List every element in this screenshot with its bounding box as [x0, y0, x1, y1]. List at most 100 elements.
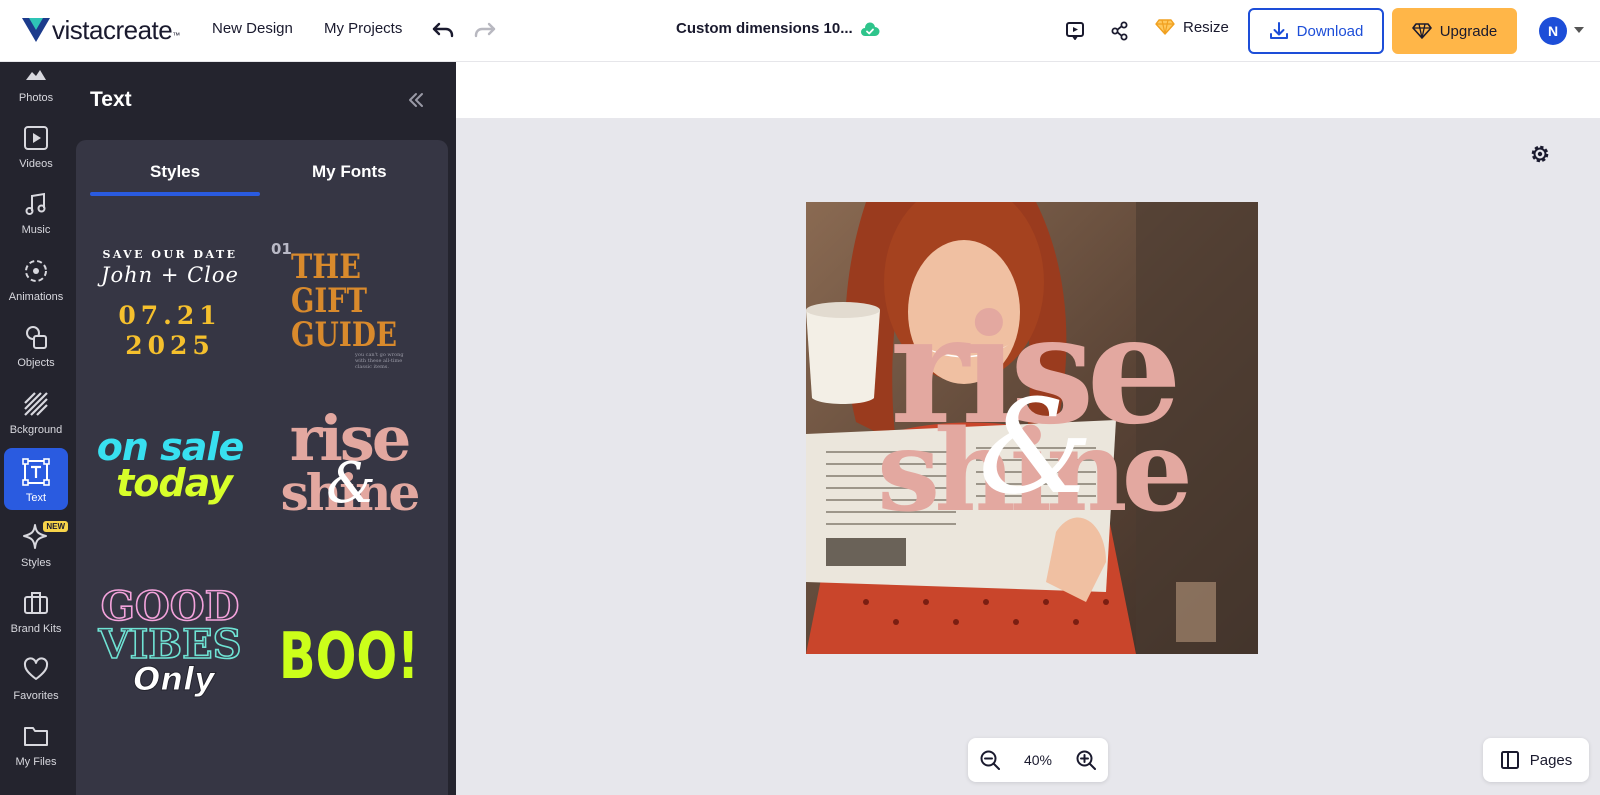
top-bar: vistacreate ™ New Design My Projects Cus… — [0, 0, 1600, 62]
animation-icon — [22, 257, 50, 285]
rail-label-music: Music — [21, 224, 51, 236]
rail-label-brand-kits: Brand Kits — [10, 623, 62, 635]
tile1-line1: SAVE OUR DATE — [102, 248, 237, 261]
rail-label-my-files: My Files — [15, 756, 57, 768]
pages-panel-icon — [1500, 751, 1519, 769]
rail-item-animations[interactable]: Animations — [4, 247, 68, 309]
text-style-save-the-date[interactable]: SAVE OUR DATE John + Cloe 07.21 2025 — [90, 228, 250, 378]
rail-item-text[interactable]: Text — [4, 448, 68, 510]
rail-item-brand-kits[interactable]: Brand Kits — [4, 579, 68, 641]
text-panel: Text Styles My Fonts SAVE OUR DATE John … — [76, 62, 456, 795]
rail-label-styles: Styles — [21, 557, 51, 569]
canvas-text-ampersand: & — [978, 371, 1094, 523]
rail-label-videos: Videos — [19, 158, 53, 170]
text-icon — [22, 458, 50, 486]
tile6-line1: BOO! — [279, 620, 419, 694]
tile1-line4: 2025 — [125, 331, 215, 360]
tile2-line3: GUIDE — [291, 315, 397, 355]
rail-label-favorites: Favorites — [13, 690, 59, 702]
rail-label-text: Text — [25, 492, 47, 504]
heart-icon — [22, 656, 50, 684]
tile1-line2: John + Cloe — [97, 263, 239, 287]
download-icon — [1269, 22, 1288, 39]
styles-card: Styles My Fonts SAVE OUR DATE John + Clo… — [76, 140, 448, 795]
photos-icon — [22, 58, 50, 86]
briefcase-icon — [22, 589, 50, 617]
share-icon — [1111, 21, 1128, 41]
undo-button[interactable] — [430, 18, 456, 44]
undo-icon — [432, 22, 454, 38]
cloud-saved-icon — [861, 22, 880, 36]
tile2-num: 01 — [271, 240, 292, 258]
rail-item-styles[interactable]: NEW Styles — [4, 513, 68, 575]
left-nav-rail: Photos Videos Music Animations Objects B… — [0, 62, 76, 795]
document-title[interactable]: Custom dimensions 10... — [676, 20, 853, 37]
rail-item-favorites[interactable]: Favorites — [4, 646, 68, 708]
active-tab-indicator — [90, 192, 260, 196]
rail-label-photos: Photos — [18, 92, 54, 104]
new-design-link[interactable]: New Design — [212, 20, 293, 37]
text-style-gift-guide[interactable]: 01 THE GIFT GUIDE you can't go wrong wit… — [269, 228, 429, 378]
text-style-on-sale-today[interactable]: on sale today — [90, 398, 250, 548]
design-artboard[interactable]: rise shine & — [806, 202, 1258, 654]
zoom-level[interactable]: 40% — [1024, 752, 1052, 768]
zoom-controls: 40% — [968, 738, 1108, 782]
rail-item-photos[interactable]: Photos — [4, 48, 68, 110]
tile1-line3: 07.21 — [118, 301, 221, 330]
present-icon — [1066, 22, 1084, 40]
rail-item-music[interactable]: Music — [4, 180, 68, 242]
background-icon — [22, 390, 50, 418]
video-icon — [22, 124, 50, 152]
logo-trademark: ™ — [172, 31, 181, 40]
text-style-rise-and-shine[interactable]: rise shine & — [269, 398, 429, 548]
upgrade-label: Upgrade — [1439, 22, 1498, 40]
objects-icon — [22, 323, 50, 351]
diamond-icon — [1411, 23, 1432, 39]
download-label: Download — [1296, 22, 1364, 40]
vistacreate-logo[interactable]: vistacreate ™ — [22, 14, 180, 46]
text-style-boo[interactable]: BOO! — [269, 580, 429, 730]
text-style-good-vibes-only[interactable]: GOOD VIBES Only — [90, 580, 250, 730]
logo-text-vista: vista — [52, 14, 103, 45]
tab-my-fonts[interactable]: My Fonts — [312, 162, 387, 182]
music-icon — [22, 190, 50, 218]
new-badge: NEW — [43, 521, 68, 532]
redo-button[interactable] — [472, 18, 498, 44]
resize-label: Resize — [1183, 18, 1229, 36]
tile4-amp: & — [326, 451, 376, 516]
rail-item-my-files[interactable]: My Files — [4, 712, 68, 774]
pages-label: Pages — [1529, 751, 1573, 769]
tile2-small3: classic items. — [355, 364, 389, 370]
logo-mark-icon — [22, 18, 50, 42]
folder-icon — [22, 722, 50, 750]
resize-button[interactable]: Resize — [1155, 18, 1229, 36]
chevron-down-icon[interactable] — [1574, 27, 1584, 33]
logo-text-create: create — [102, 14, 173, 45]
redo-icon — [474, 22, 496, 38]
download-button[interactable]: Download — [1248, 8, 1384, 54]
rail-label-objects: Objects — [17, 357, 55, 369]
collapse-panel-icon[interactable] — [406, 90, 426, 110]
tile3-line2: today — [116, 461, 235, 505]
rail-label-animations: Animations — [8, 291, 64, 303]
rail-item-background[interactable]: Bckground — [4, 380, 68, 442]
canvas-area: rise shine & 40% Pages — [456, 62, 1600, 795]
panel-title: Text — [90, 88, 132, 111]
rail-item-videos[interactable]: Videos — [4, 114, 68, 176]
diamond-icon — [1155, 19, 1175, 35]
tab-styles[interactable]: Styles — [150, 162, 200, 182]
rail-item-objects[interactable]: Objects — [4, 313, 68, 375]
upgrade-button[interactable]: Upgrade — [1392, 8, 1517, 54]
gear-icon[interactable] — [1528, 142, 1552, 166]
my-projects-link[interactable]: My Projects — [324, 20, 402, 37]
zoom-out-icon[interactable] — [979, 749, 1001, 771]
canvas-top-strip — [456, 62, 1600, 118]
present-button[interactable] — [1062, 18, 1088, 44]
tile5-line3: Only — [133, 660, 216, 698]
pages-button[interactable]: Pages — [1483, 738, 1589, 782]
share-button[interactable] — [1107, 18, 1133, 44]
coffee-cup — [806, 302, 880, 404]
zoom-in-icon[interactable] — [1075, 749, 1097, 771]
user-avatar[interactable]: N — [1539, 17, 1567, 45]
rail-label-background: Bckground — [9, 424, 63, 436]
